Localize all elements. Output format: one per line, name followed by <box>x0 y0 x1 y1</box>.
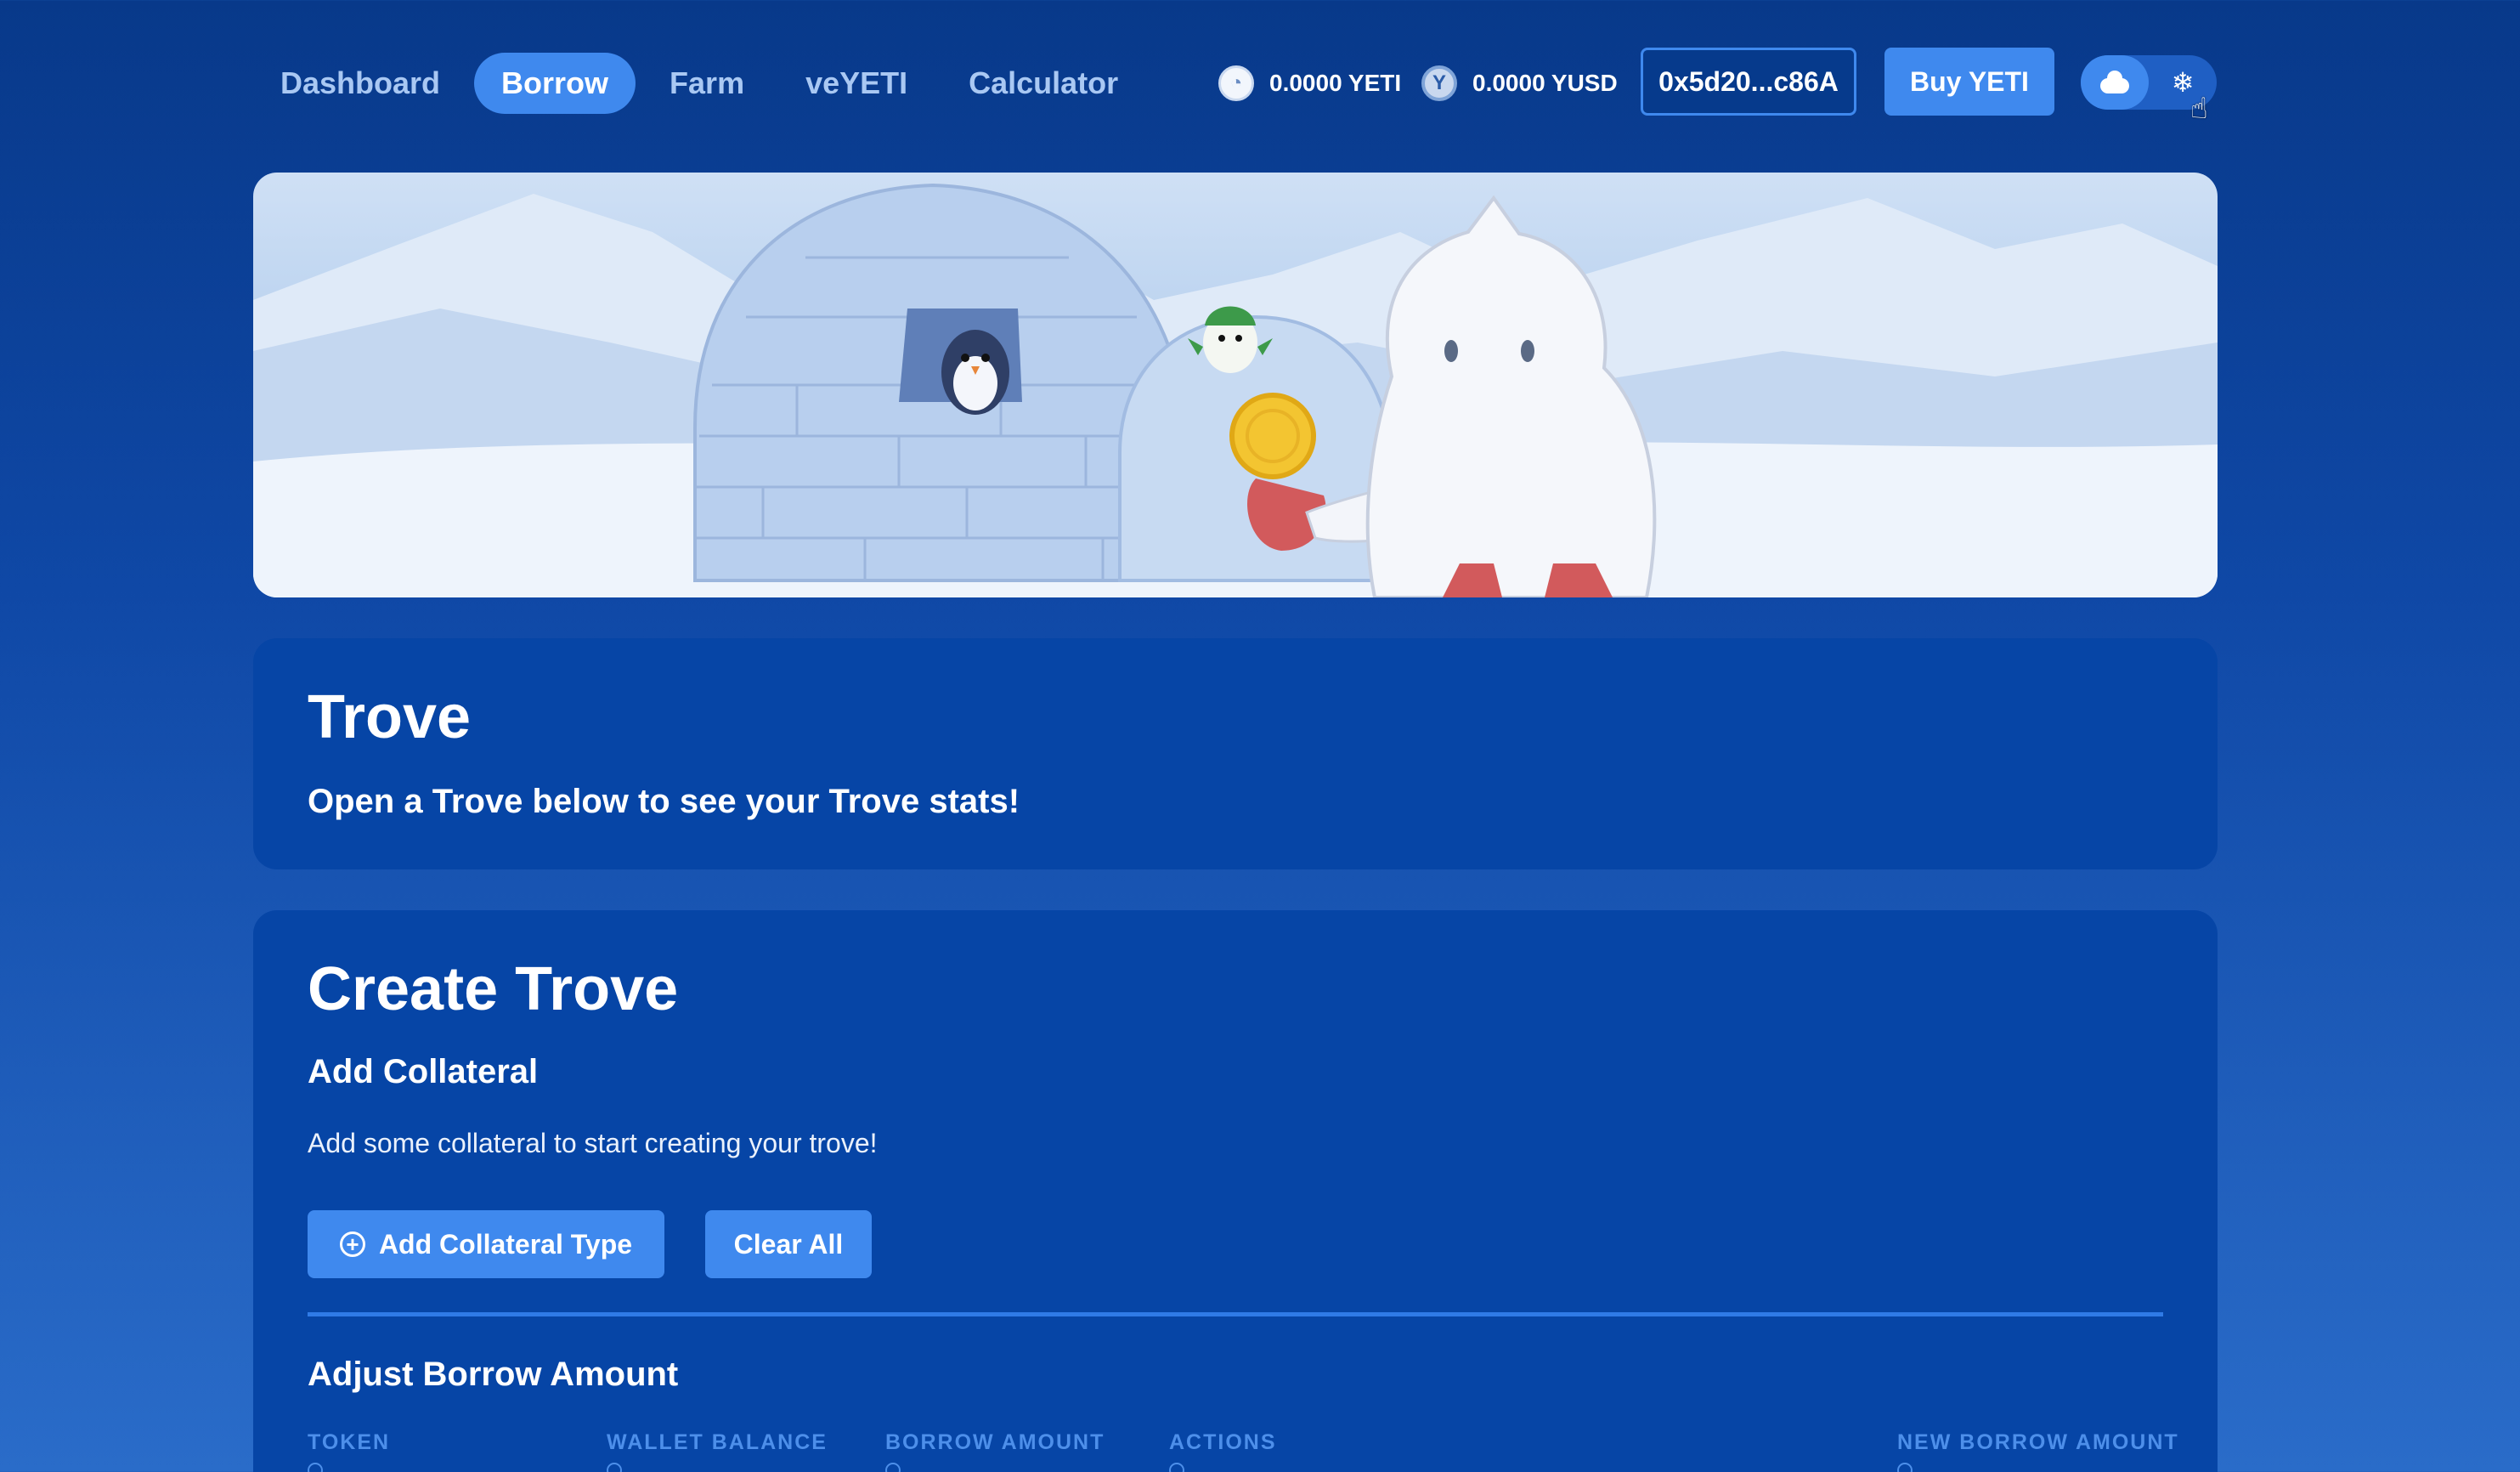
trove-subtitle: Open a Trove below to see your Trove sta… <box>308 783 1020 820</box>
borrow-amount-info-icon[interactable] <box>885 1463 901 1472</box>
theme-option-cloud[interactable] <box>2081 55 2149 110</box>
mouse-cursor-icon: ☝ <box>2190 93 2208 125</box>
wallet-address-button[interactable]: 0x5d20...c86A <box>1641 48 1856 116</box>
cloud-icon <box>2100 71 2129 93</box>
trove-title: Trove <box>308 683 472 751</box>
add-collateral-type-button[interactable]: + Add Collateral Type <box>308 1210 664 1278</box>
clear-all-button[interactable]: Clear All <box>705 1210 872 1278</box>
buy-yeti-button[interactable]: Buy YETI <box>1884 48 2054 116</box>
nav-borrow[interactable]: Borrow <box>474 53 636 114</box>
add-collateral-type-label: Add Collateral Type <box>378 1228 633 1260</box>
yusd-balance-amount: 0.0000 YUSD <box>1472 70 1618 96</box>
column-header-token: TOKEN <box>308 1430 391 1454</box>
adjust-borrow-heading: Adjust Borrow Amount <box>308 1356 679 1393</box>
yusd-balance: Y 0.0000 YUSD <box>1421 48 1618 119</box>
add-collateral-hint: Add some collateral to start creating yo… <box>308 1128 878 1158</box>
top-nav: Dashboard Borrow Farm veYETI Calculator … <box>253 48 2218 119</box>
yeti-balance: ◔ 0.0000 YETI <box>1218 48 1401 119</box>
yeti-coin-icon: ◔ <box>1218 65 1254 101</box>
new-borrow-amount-info-icon[interactable] <box>1897 1463 1913 1472</box>
wallet-balance-info-icon[interactable] <box>607 1463 622 1472</box>
section-divider <box>308 1312 2163 1316</box>
column-header-wallet-balance: WALLET BALANCE <box>607 1430 828 1454</box>
hero-illustration <box>253 183 2218 597</box>
nav-links: Dashboard Borrow Farm veYETI Calculator <box>253 48 1152 119</box>
plus-circle-icon: + <box>339 1231 365 1257</box>
actions-info-icon[interactable] <box>1169 1463 1184 1472</box>
nav-dashboard[interactable]: Dashboard <box>253 53 467 114</box>
nav-calculator[interactable]: Calculator <box>941 53 1145 114</box>
token-info-icon[interactable] <box>308 1463 323 1472</box>
column-header-borrow-amount: BORROW AMOUNT <box>885 1430 1105 1454</box>
add-collateral-heading: Add Collateral <box>308 1053 539 1090</box>
column-header-actions: ACTIONS <box>1169 1430 1277 1454</box>
column-header-new-borrow-amount: NEW BORROW AMOUNT <box>1897 1430 2179 1454</box>
trove-card: Trove Open a Trove below to see your Tro… <box>253 638 2218 869</box>
nav-veyeti[interactable]: veYETI <box>778 53 935 114</box>
yeti-balance-amount: 0.0000 YETI <box>1269 70 1402 96</box>
create-trove-title: Create Trove <box>308 955 679 1023</box>
hero-banner <box>253 173 2218 597</box>
nav-farm[interactable]: Farm <box>642 53 771 114</box>
create-trove-card: Create Trove Add Collateral Add some col… <box>253 910 2218 1472</box>
yusd-coin-icon: Y <box>1421 65 1457 101</box>
